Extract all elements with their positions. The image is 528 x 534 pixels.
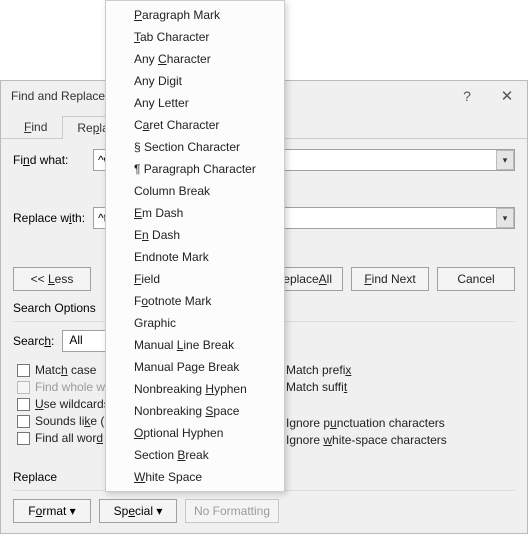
replace-with-dropdown[interactable]: ▾ xyxy=(496,208,514,228)
special-menu-item[interactable]: Paragraph Mark xyxy=(106,4,284,26)
find-next-button[interactable]: Find Next xyxy=(351,267,429,291)
special-button[interactable]: Special ▾ xyxy=(99,499,177,523)
special-menu-item[interactable]: Section Break xyxy=(106,444,284,466)
tab-find[interactable]: Find xyxy=(9,115,62,138)
close-button[interactable]: ✕ xyxy=(487,81,527,111)
special-menu-item[interactable]: Endnote Mark xyxy=(106,246,284,268)
special-menu-item[interactable]: Column Break xyxy=(106,180,284,202)
special-menu: Paragraph MarkTab CharacterAny Character… xyxy=(105,0,285,492)
special-menu-item[interactable]: Nonbreaking Hyphen xyxy=(106,378,284,400)
cancel-button[interactable]: Cancel xyxy=(437,267,515,291)
special-menu-item[interactable]: Any Character xyxy=(106,48,284,70)
special-menu-item[interactable]: Field xyxy=(106,268,284,290)
special-menu-item[interactable]: Manual Page Break xyxy=(106,356,284,378)
special-menu-item[interactable]: Nonbreaking Space xyxy=(106,400,284,422)
match-prefix-checkbox[interactable]: Match prefix xyxy=(268,363,515,377)
replace-with-label: Replace with: xyxy=(13,211,93,225)
no-formatting-button: No Formatting xyxy=(185,499,279,523)
special-menu-item[interactable]: Em Dash xyxy=(106,202,284,224)
ignore-punctuation-checkbox[interactable]: Ignore punctuation characters xyxy=(268,416,515,430)
special-menu-item[interactable]: White Space xyxy=(106,466,284,488)
format-button[interactable]: Format ▾ xyxy=(13,499,91,523)
less-button[interactable]: << Less xyxy=(13,267,91,291)
special-menu-item[interactable]: Any Letter xyxy=(106,92,284,114)
special-menu-item[interactable]: § Section Character xyxy=(106,136,284,158)
special-menu-item[interactable]: En Dash xyxy=(106,224,284,246)
special-menu-item[interactable]: Any Digit xyxy=(106,70,284,92)
help-button[interactable]: ? xyxy=(447,81,487,111)
find-what-dropdown[interactable]: ▾ xyxy=(496,150,514,170)
search-direction-label: Search: xyxy=(13,334,54,348)
special-menu-item[interactable]: Caret Character xyxy=(106,114,284,136)
special-menu-item[interactable]: Tab Character xyxy=(106,26,284,48)
special-menu-item[interactable]: Footnote Mark xyxy=(106,290,284,312)
find-what-label: Find what: xyxy=(13,153,93,167)
ignore-whitespace-checkbox[interactable]: Ignore white-space characters xyxy=(268,433,515,447)
special-menu-item[interactable]: ¶ Paragraph Character xyxy=(106,158,284,180)
match-suffix-checkbox[interactable]: Match suffit xyxy=(268,380,515,394)
special-menu-item[interactable]: Manual Line Break xyxy=(106,334,284,356)
special-menu-item[interactable]: Graphic xyxy=(106,312,284,334)
special-menu-item[interactable]: Optional Hyphen xyxy=(106,422,284,444)
